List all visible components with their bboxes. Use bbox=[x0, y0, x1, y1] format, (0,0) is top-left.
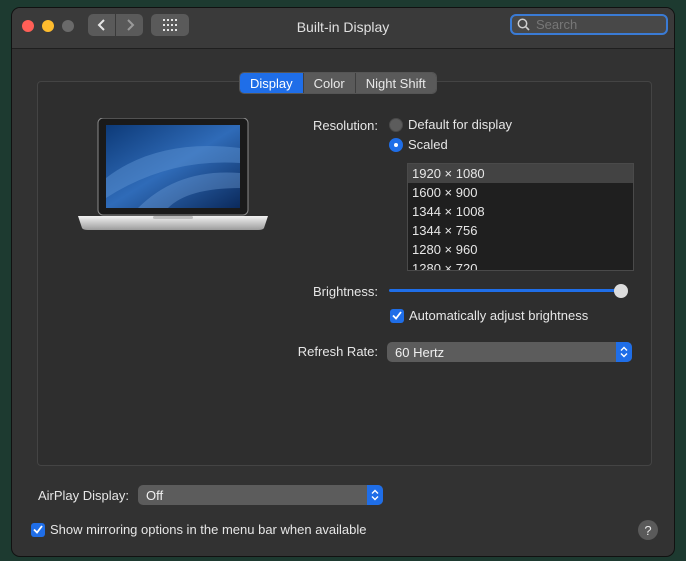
refresh-rate-value: 60 Hertz bbox=[395, 344, 445, 360]
radio-scaled-label: Scaled bbox=[408, 137, 448, 152]
brightness-label: Brightness: bbox=[312, 284, 378, 299]
mirroring-label: Show mirroring options in the menu bar w… bbox=[50, 522, 367, 537]
checkmark-icon bbox=[33, 525, 43, 534]
auto-brightness-checkbox-row[interactable]: Automatically adjust brightness bbox=[390, 308, 588, 323]
auto-brightness-label: Automatically adjust brightness bbox=[409, 308, 589, 323]
tab-display[interactable]: Display bbox=[240, 73, 304, 93]
radio-default-for-display[interactable]: Default for display bbox=[389, 117, 512, 132]
radio-button-default[interactable] bbox=[389, 117, 403, 132]
laptop-image bbox=[78, 118, 268, 230]
resolution-item[interactable]: 1600 × 900 bbox=[408, 183, 633, 202]
tab-color[interactable]: Color bbox=[303, 73, 356, 93]
search-icon bbox=[517, 18, 530, 31]
refresh-rate-popup[interactable]: 60 Hertz bbox=[387, 342, 632, 362]
resolution-item[interactable]: 1280 × 960 bbox=[408, 240, 633, 259]
airplay-display-label: AirPlay Display: bbox=[37, 488, 129, 503]
updown-arrows-icon bbox=[616, 342, 632, 362]
resolution-item[interactable]: 1920 × 1080 bbox=[408, 164, 633, 183]
mirroring-checkbox-row[interactable]: Show mirroring options in the menu bar w… bbox=[31, 522, 367, 537]
radio-scaled[interactable]: Scaled bbox=[389, 137, 448, 152]
radio-button-scaled[interactable] bbox=[389, 137, 403, 152]
resolution-label: Resolution: bbox=[312, 118, 378, 133]
system-preferences-window: Built-in Display Display Color Night Shi… bbox=[12, 8, 674, 556]
tab-night-shift[interactable]: Night Shift bbox=[355, 73, 436, 93]
radio-default-label: Default for display bbox=[408, 117, 513, 132]
brightness-slider-track[interactable] bbox=[389, 289, 623, 292]
resolution-item[interactable]: 1344 × 1008 bbox=[408, 202, 633, 221]
airplay-display-value: Off bbox=[146, 487, 164, 503]
title-bar: Built-in Display bbox=[12, 8, 674, 49]
search-input[interactable] bbox=[534, 16, 658, 33]
updown-arrows-icon bbox=[367, 485, 383, 505]
brightness-slider-thumb[interactable] bbox=[614, 284, 628, 298]
refresh-rate-label: Refresh Rate: bbox=[297, 344, 378, 359]
mirroring-checkbox[interactable] bbox=[31, 522, 45, 537]
tab-bar: Display Color Night Shift bbox=[239, 72, 437, 94]
resolution-list[interactable]: 1920 × 1080 1600 × 900 1344 × 1008 1344 … bbox=[407, 163, 634, 271]
resolution-item[interactable]: 1344 × 756 bbox=[408, 221, 633, 240]
help-button[interactable]: ? bbox=[638, 520, 658, 540]
search-field[interactable] bbox=[510, 14, 668, 35]
auto-brightness-checkbox[interactable] bbox=[390, 308, 404, 323]
resolution-item[interactable]: 1280 × 720 bbox=[408, 259, 633, 270]
airplay-display-popup[interactable]: Off bbox=[138, 485, 383, 505]
checkmark-icon bbox=[392, 311, 402, 320]
